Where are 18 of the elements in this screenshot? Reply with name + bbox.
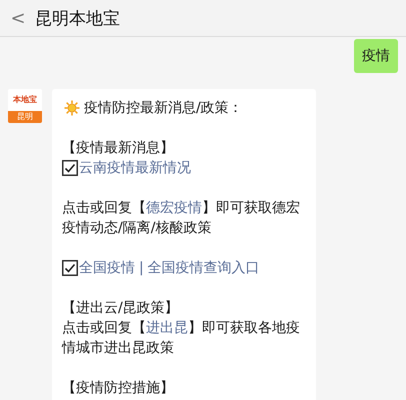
link[interactable]: 全国疫情 xyxy=(79,258,135,278)
back-button[interactable]: < xyxy=(10,8,26,28)
link[interactable]: 进出昆 xyxy=(146,320,188,336)
message-text: 疫情防控最新消息/政策： xyxy=(84,99,243,118)
message-text: 点击或回复【德宏疫情】即可获取德宏疫情动态/隔离/核酸政策 xyxy=(62,199,301,238)
message-bubble: 疫情 xyxy=(354,39,398,73)
logo-city: 昆明 xyxy=(8,111,42,123)
link[interactable]: 云南疫情最新情况 xyxy=(79,158,191,178)
logo-text: 本地宝 xyxy=(8,89,42,111)
section-heading: 【进出云/昆政策】 xyxy=(62,299,180,318)
link[interactable]: 德宏疫情 xyxy=(146,200,202,216)
chat-title: 昆明本地宝 xyxy=(35,8,120,30)
sun-icon xyxy=(64,100,80,116)
separator: | xyxy=(139,259,144,278)
message-text: 点击或回复【进出昆】即可获取各地疫情城市进出昆政策 xyxy=(62,319,301,358)
section-heading: 【疫情防控措施】 xyxy=(62,379,175,398)
section-heading: 【疫情最新消息】 xyxy=(62,139,175,158)
link[interactable]: 全国疫情查询入口 xyxy=(148,258,260,278)
